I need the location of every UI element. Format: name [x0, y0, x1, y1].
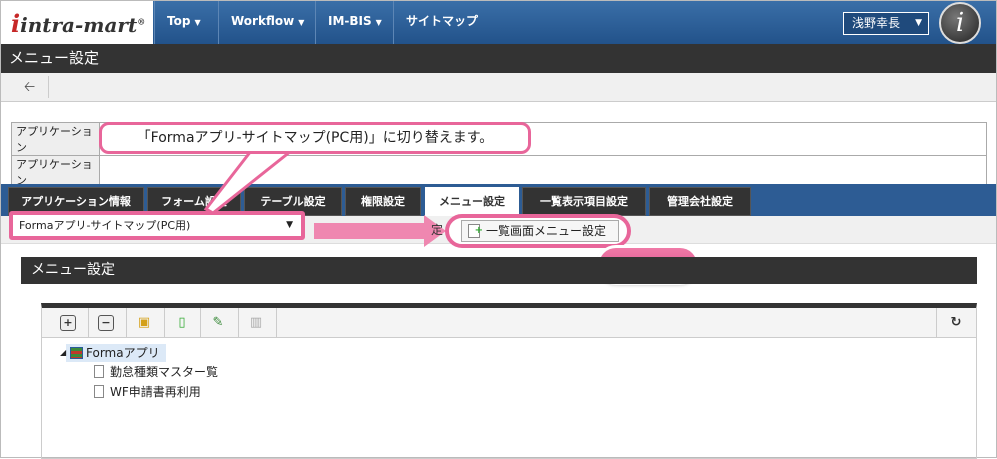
- tree-leaf-label: WF申請書再利用: [110, 385, 201, 399]
- divider: [936, 308, 937, 338]
- menu-type-select[interactable]: Formaアプリ-サイトマップ(PC用) ▼: [9, 211, 305, 240]
- partial-button-label: 定: [431, 223, 444, 237]
- divider: [238, 308, 239, 338]
- divider: [126, 308, 127, 338]
- chevron-down-icon: ▼: [915, 18, 922, 28]
- tree-leaf-node[interactable]: WF申請書再利用: [94, 382, 218, 402]
- annotation-arrow: [314, 223, 424, 239]
- add-page-icon[interactable]: ▯: [174, 315, 190, 331]
- divider: [276, 308, 277, 338]
- intra-mart-logo[interactable]: iintra-mart®: [1, 1, 153, 44]
- back-bar: 🡠: [1, 73, 996, 102]
- divider: [164, 308, 165, 338]
- list-menu-settings-label: 一覧画面メニュー設定: [486, 224, 607, 238]
- info-label: アプリケーション: [11, 122, 100, 156]
- tab-company-settings[interactable]: 管理会社設定: [649, 187, 751, 216]
- nav-sitemap[interactable]: サイトマップ: [393, 1, 490, 44]
- nav-top[interactable]: Top ▼: [154, 1, 213, 44]
- avatar[interactable]: i: [939, 2, 981, 44]
- collapse-all-icon[interactable]: −: [98, 315, 114, 331]
- nav-workflow[interactable]: Workflow ▼: [218, 1, 316, 44]
- list-menu-settings-button[interactable]: 一覧画面メニュー設定: [461, 220, 619, 242]
- add-page-icon: [468, 221, 483, 241]
- divider: [200, 308, 201, 338]
- add-folder-icon[interactable]: ▣: [136, 315, 152, 331]
- tree-toolbar: + − ▣ ▯ ✎ ▥ ↻: [42, 308, 976, 338]
- tree-root-label: Formaアプリ: [86, 346, 160, 360]
- divider: [88, 308, 89, 338]
- chevron-down-icon: ▼: [286, 220, 293, 230]
- back-arrow-icon[interactable]: 🡠: [11, 76, 49, 98]
- edit-pencil-icon[interactable]: ✎: [210, 315, 226, 331]
- page-icon: [94, 365, 104, 378]
- tab-permission-settings[interactable]: 権限設定: [345, 187, 421, 216]
- chevron-down-icon: ▼: [375, 18, 382, 27]
- menu-tree-panel: + − ▣ ▯ ✎ ▥ ↻ ◢ Formaアプリ 勤怠種類マスター覧 WF申請書…: [41, 303, 977, 459]
- menu-tree: ◢ Formaアプリ 勤怠種類マスター覧 WF申請書再利用: [60, 344, 218, 402]
- database-icon: [70, 347, 83, 359]
- trash-icon[interactable]: ▥: [248, 315, 264, 331]
- collapse-triangle-icon[interactable]: ◢: [60, 344, 66, 362]
- page-title: メニュー設定: [1, 44, 996, 73]
- nav-im-bis[interactable]: IM-BIS ▼: [315, 1, 394, 44]
- user-menu[interactable]: 浅野幸長 ▼: [843, 12, 929, 35]
- tab-menu-settings[interactable]: メニュー設定: [425, 187, 519, 216]
- refresh-icon[interactable]: ↻: [948, 315, 964, 331]
- top-navigation-bar: iintra-mart® Top ▼ Workflow ▼ IM-BIS ▼ サイトマ…: [1, 1, 996, 44]
- expand-all-icon[interactable]: +: [60, 315, 76, 331]
- tree-leaf-node[interactable]: 勤怠種類マスター覧: [94, 362, 218, 382]
- menu-type-value: Formaアプリ-サイトマップ(PC用): [19, 219, 191, 232]
- chevron-down-icon: ▼: [298, 18, 305, 27]
- tree-root-node[interactable]: ◢ Formaアプリ: [60, 344, 166, 362]
- chevron-down-icon: ▼: [194, 18, 201, 27]
- instruction-callout: 「Formaアプリ-サイトマップ(PC用)」に切り替えます。: [99, 122, 531, 154]
- tab-list-columns[interactable]: 一覧表示項目設定: [522, 187, 646, 216]
- section-title: メニュー設定: [21, 257, 977, 284]
- tree-leaf-label: 勤怠種類マスター覧: [110, 365, 219, 379]
- page-icon: [94, 385, 104, 398]
